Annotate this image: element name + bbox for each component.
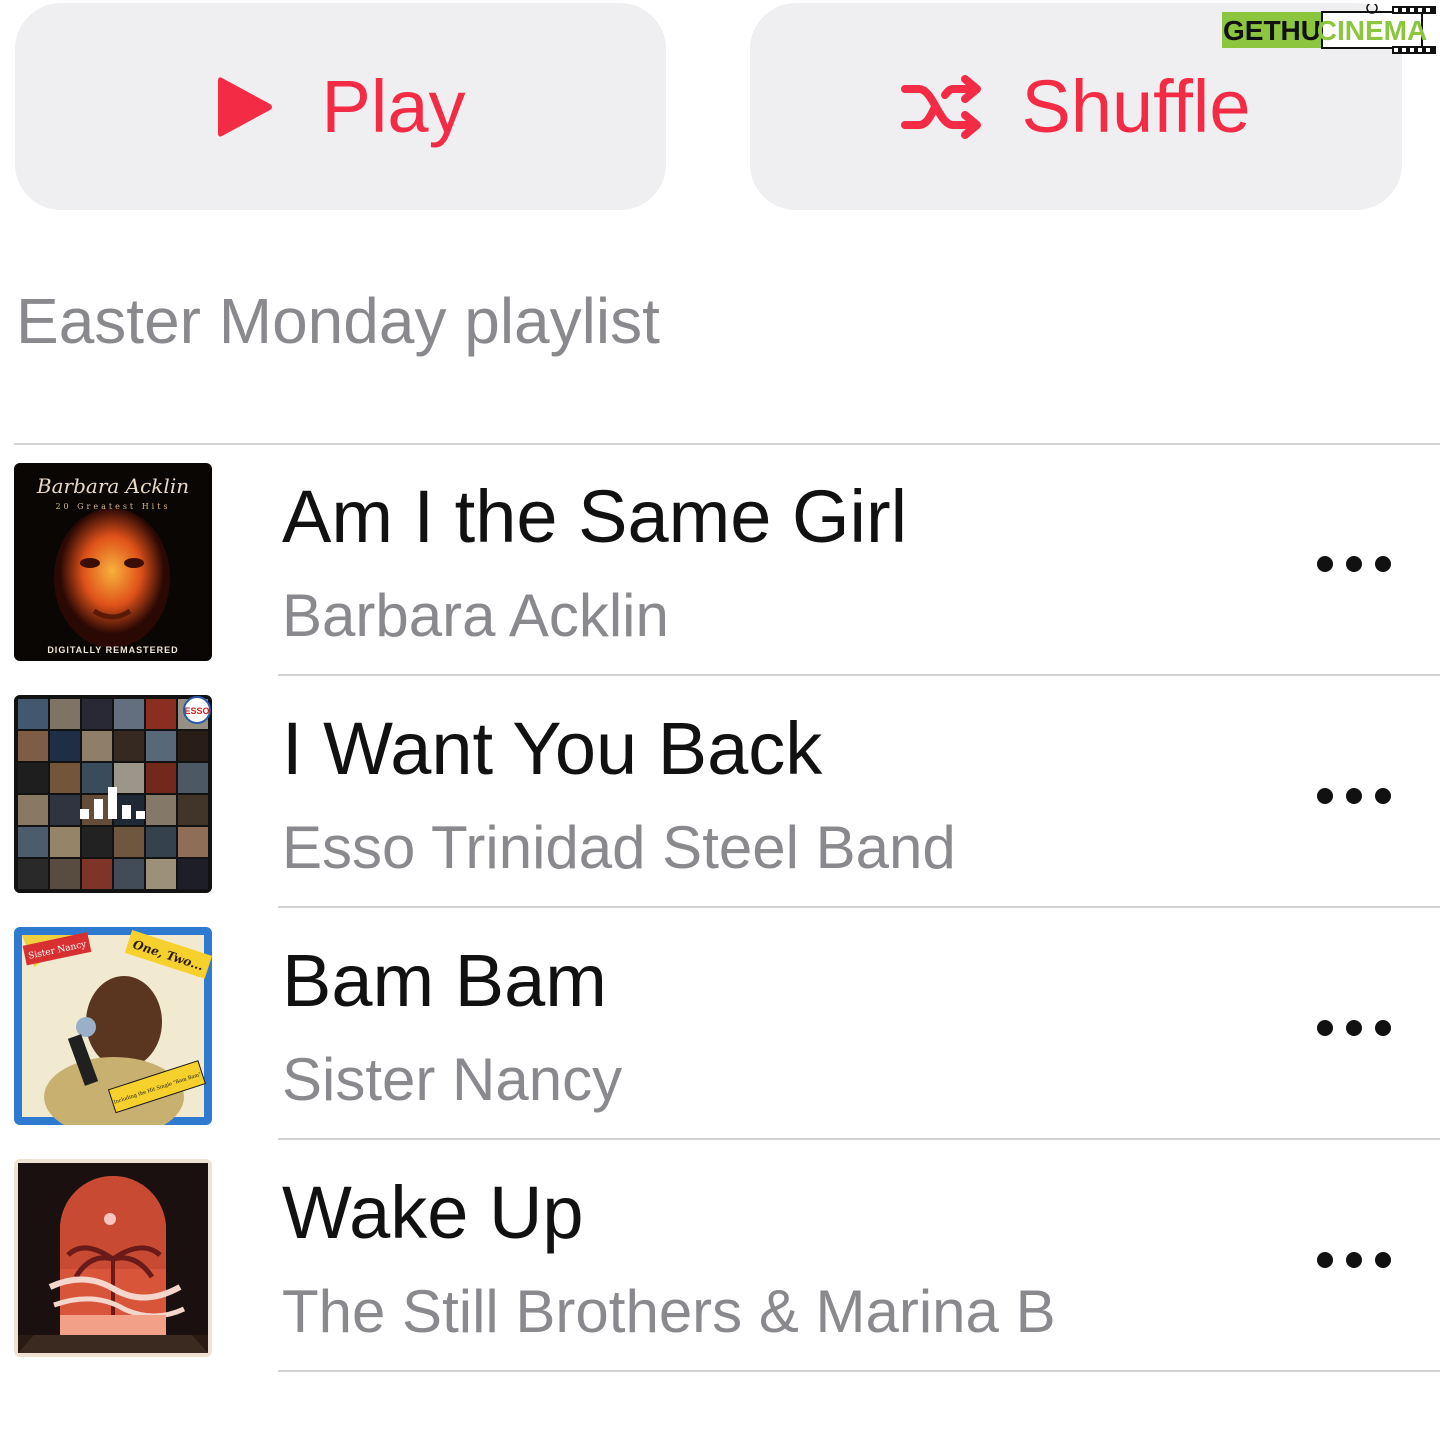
shuffle-icon	[901, 73, 987, 141]
more-options-icon[interactable]	[1317, 786, 1391, 806]
track-title: I Want You Back	[282, 707, 823, 790]
track-artist: Barbara Acklin	[282, 582, 669, 649]
shuffle-label: Shuffle	[1021, 64, 1251, 148]
svg-text:CINEMA: CINEMA	[1317, 15, 1427, 46]
track-artist: Esso Trinidad Steel Band	[282, 814, 956, 881]
track-artist: The Still Brothers & Marina B	[282, 1278, 1056, 1345]
track-artist: Sister Nancy	[282, 1046, 623, 1113]
album-art: Barbara Acklin 20 Greatest Hits DIGITALL…	[14, 463, 212, 661]
svg-text:GETHU: GETHU	[1223, 15, 1321, 46]
track-title: Wake Up	[282, 1171, 584, 1254]
esso-badge-text: ESSO	[184, 706, 209, 716]
album-art: Sister Nancy One, Two... Including the H…	[14, 927, 212, 1125]
track-row[interactable]: ESSO I Want You Back Esso Trinidad Steel…	[0, 676, 1440, 908]
album-footer-text: DIGITALLY REMASTERED	[47, 645, 178, 655]
track-row[interactable]: Wake Up The Still Brothers & Marina B	[0, 1140, 1440, 1372]
track-title: Am I the Same Girl	[282, 475, 908, 558]
playlist-description: Easter Monday playlist	[16, 285, 660, 357]
track-row[interactable]: Barbara Acklin 20 Greatest Hits DIGITALL…	[0, 444, 1440, 676]
more-options-icon[interactable]	[1317, 1018, 1391, 1038]
play-icon	[216, 74, 274, 140]
more-options-icon[interactable]	[1317, 1250, 1391, 1270]
play-label: Play	[321, 64, 466, 148]
album-artist-text: Barbara Acklin	[36, 474, 189, 498]
album-art	[14, 1159, 212, 1357]
track-title: Bam Bam	[282, 939, 607, 1022]
album-art: ESSO	[14, 695, 212, 893]
track-row[interactable]: Sister Nancy One, Two... Including the H…	[0, 908, 1440, 1140]
watermark-logo: GETHU CINEMA	[1222, 2, 1438, 54]
play-button[interactable]: Play	[15, 3, 666, 210]
more-options-icon[interactable]	[1317, 554, 1391, 574]
divider	[278, 1370, 1440, 1372]
album-subtitle-text: 20 Greatest Hits	[55, 502, 170, 511]
